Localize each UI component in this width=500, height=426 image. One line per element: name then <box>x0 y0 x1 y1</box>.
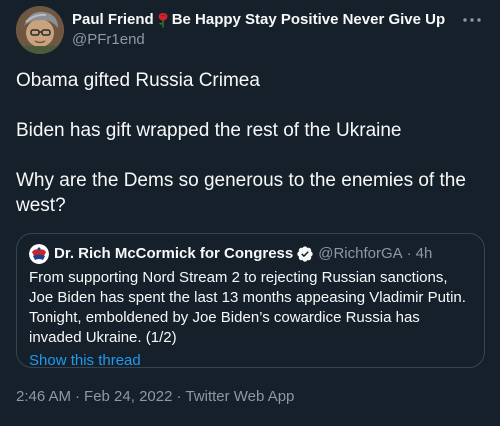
quoted-author-avatar[interactable] <box>29 244 49 264</box>
quoted-author-handle[interactable]: @RichforGA <box>318 244 402 264</box>
tweet-paragraph: Why are the Dems so generous to the enem… <box>16 170 466 216</box>
tweet-time[interactable]: 2:46 AM <box>16 388 71 405</box>
author-name-second: Be Happy Stay Positive Never Give Up <box>171 11 446 28</box>
verified-badge-icon <box>296 245 314 263</box>
rose-icon <box>156 12 170 28</box>
author-name-first: Paul Friend <box>72 11 154 28</box>
more-options-icon[interactable] <box>460 8 484 32</box>
author-avatar[interactable] <box>16 6 64 54</box>
tweet: Paul Friend Be Happy Stay Positive Never… <box>0 0 500 426</box>
tweet-date[interactable]: Feb 24, 2022 <box>84 388 172 405</box>
tweet-source[interactable]: Twitter Web App <box>185 388 294 405</box>
tweet-text: Obama gifted Russia Crimea Biden has gif… <box>16 68 486 218</box>
quoted-tweet-time[interactable]: 4h <box>416 244 433 264</box>
quoted-author-name[interactable]: Dr. Rich McCormick for Congress <box>54 244 293 264</box>
author-handle[interactable]: @PFr1end <box>72 30 450 50</box>
quoted-tweet-text: From supporting Nord Stream 2 to rejecti… <box>29 269 466 346</box>
tweet-metadata: 2:46 AM · Feb 24, 2022 · Twitter Web App <box>16 387 294 407</box>
separator-dot: · <box>75 388 81 405</box>
tweet-header: Paul Friend Be Happy Stay Positive Never… <box>72 10 450 50</box>
separator-dot: · <box>406 245 412 262</box>
tweet-paragraph: Biden has gift wrapped the rest of the U… <box>16 120 402 141</box>
tweet-paragraph: Obama gifted Russia Crimea <box>16 70 260 91</box>
show-thread-link[interactable]: Show this thread <box>29 351 472 371</box>
quoted-tweet-header: Dr. Rich McCormick for Congress @Richfor… <box>29 244 472 264</box>
separator-dot: · <box>176 388 182 405</box>
author-display-name[interactable]: Paul Friend Be Happy Stay Positive Never… <box>72 10 450 30</box>
quoted-tweet[interactable]: Dr. Rich McCormick for Congress @Richfor… <box>16 233 485 371</box>
